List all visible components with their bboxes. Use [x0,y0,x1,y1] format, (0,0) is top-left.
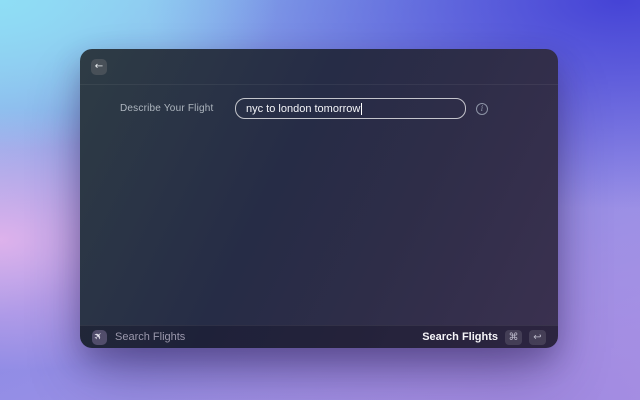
return-key-icon: ↩ [529,329,546,345]
command-key-icon: ⌘ [505,329,522,345]
back-button[interactable]: ← [91,58,107,75]
text-caret [361,102,363,115]
flight-search-window: ← Describe Your Flight nyc to london tom… [80,49,558,348]
back-arrow-icon: ← [94,61,104,72]
search-flights-action-label: Search Flights [422,331,498,343]
airplane-badge: ✈ [92,329,107,345]
info-icon[interactable]: i [476,102,488,115]
desktop-background: ← Describe Your Flight nyc to london tom… [0,0,640,400]
window-header: ← [80,49,558,85]
flight-form-row: Describe Your Flight nyc to london tomor… [80,98,558,119]
flight-description-input[interactable]: nyc to london tomorrow [235,98,466,119]
flight-description-value: nyc to london tomorrow [246,102,361,115]
search-flights-action[interactable]: Search Flights ⌘ ↩ [422,329,546,345]
footer-title: Search Flights [115,331,186,343]
describe-flight-label: Describe Your Flight [120,103,214,114]
airplane-icon: ✈ [92,329,106,344]
footer-left-group: ✈ Search Flights [92,329,186,345]
footer-bar: ✈ Search Flights Search Flights ⌘ ↩ [80,325,558,348]
